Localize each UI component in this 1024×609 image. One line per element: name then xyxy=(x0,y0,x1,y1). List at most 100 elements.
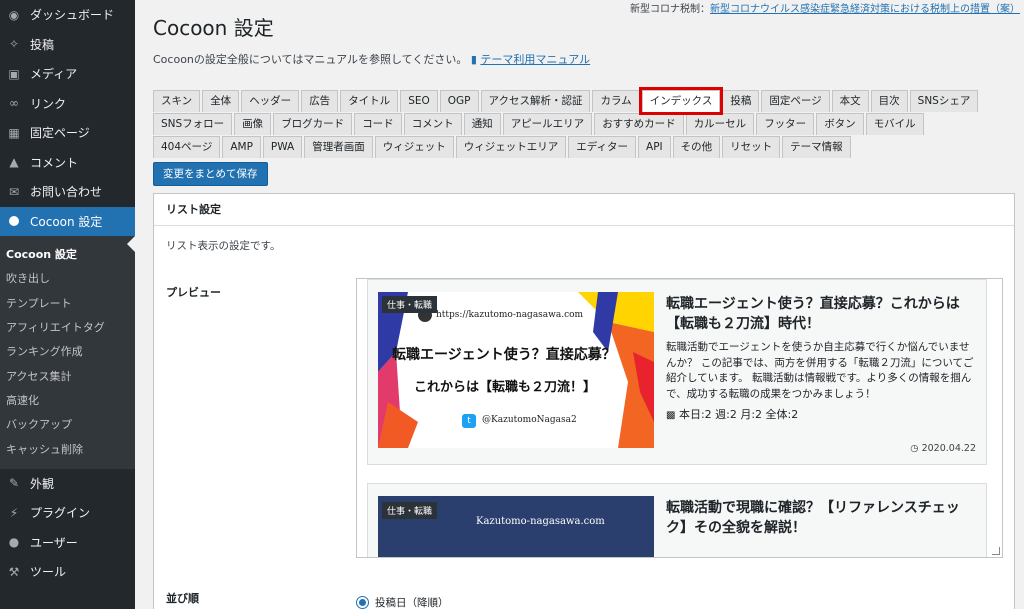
order-option[interactable]: 投稿日（降順） xyxy=(356,595,449,609)
settings-tab[interactable]: 全体 xyxy=(202,90,240,112)
thumb-headline-2: これからは【転職も２刀流！】 xyxy=(414,380,597,395)
card-date: ◷ 2020.04.22 xyxy=(910,443,976,454)
date-text: 2020.04.22 xyxy=(921,443,976,454)
submenu-item[interactable]: アクセス集計 xyxy=(0,363,135,387)
settings-tab[interactable]: アクセス解析・認証 xyxy=(480,90,591,112)
sidebar-item[interactable]: ▲ コメント xyxy=(0,148,135,178)
category-label: 仕事・転職 xyxy=(382,502,438,519)
submenu-item[interactable]: ランキング作成 xyxy=(0,339,135,363)
settings-tab[interactable]: フッター xyxy=(756,113,815,135)
appearance-icon: ✎ xyxy=(8,476,20,491)
settings-tab[interactable]: カルーセル xyxy=(685,113,755,135)
settings-tab[interactable]: 広告 xyxy=(301,90,339,112)
settings-tab[interactable]: 目次 xyxy=(870,90,908,112)
settings-tab[interactable]: ウィジェット xyxy=(374,136,454,158)
submenu-item[interactable]: キャッシュ削除 xyxy=(0,436,135,460)
card-title[interactable]: 転職活動で現職に確認？【リファレンスチェック】その全貌を解説！ xyxy=(666,498,978,538)
submenu-item[interactable]: 吹き出し xyxy=(0,266,135,290)
bar-chart-icon: ▩ xyxy=(666,410,676,421)
panel-description: リスト表示の設定です。 xyxy=(166,240,281,252)
submenu-item[interactable]: テンプレート xyxy=(0,291,135,315)
order-option-label: 投稿日（降順） xyxy=(375,597,449,609)
manual-link[interactable]: テーマ利用マニュアル xyxy=(480,53,590,66)
settings-tab[interactable]: 投稿 xyxy=(722,90,760,112)
settings-tab[interactable]: テーマ情報 xyxy=(782,136,851,158)
stats-text: 本日:2 週:2 月:2 全体:2 xyxy=(678,408,799,421)
panel-heading: リスト設定 xyxy=(154,194,1014,226)
settings-tab[interactable]: エディター xyxy=(568,136,637,158)
sidebar-item[interactable]: ✎ 外観 xyxy=(0,469,135,499)
settings-tab[interactable]: SNSフォロー xyxy=(153,113,233,135)
resize-grip[interactable] xyxy=(992,547,1000,555)
settings-tab[interactable]: コメント xyxy=(403,113,462,135)
sidebar-item[interactable]: ✧ 投稿 xyxy=(0,30,135,60)
card-title[interactable]: 転職エージェント使う？直接応募？これからは【転職も２刀流】時代！ xyxy=(666,294,978,334)
submenu-item[interactable]: 高速化 xyxy=(0,388,135,412)
settings-tab[interactable]: インデックス xyxy=(638,87,724,115)
thumb-headline-1: 転職エージェント使う？直接応募？ xyxy=(392,347,616,363)
category-label: 仕事・転職 xyxy=(382,296,438,313)
settings-tab[interactable]: API xyxy=(638,136,671,158)
sidebar-item[interactable]: ⚡ プラグイン xyxy=(0,498,135,528)
settings-tab[interactable]: AMP xyxy=(222,136,261,158)
sidebar-item[interactable]: ▦ 固定ページ xyxy=(0,118,135,148)
tab-row-1: スキン 全体 ヘッダー 広告 タイトル SEO OGP アクセス解析・認証 カラム インデックス投… xyxy=(153,87,1015,115)
settings-tab[interactable]: スキン xyxy=(153,90,201,112)
settings-tab[interactable]: SNSシェア xyxy=(909,90,979,112)
tab-row-2: SNSフォロー 画像 ブログカード コード コメント 通知 アピールエリア おすすめカード カル… xyxy=(153,112,1015,135)
media-icon: ▣ xyxy=(8,66,20,81)
sidebar-item[interactable]: ✉ お問い合わせ xyxy=(0,177,135,207)
settings-tab[interactable]: 404ページ xyxy=(153,136,221,158)
settings-tab[interactable]: 通知 xyxy=(463,113,501,135)
settings-tab[interactable]: OGP xyxy=(439,90,479,112)
settings-tab[interactable]: PWA xyxy=(262,136,303,158)
submenu-item[interactable]: バックアップ xyxy=(0,412,135,436)
settings-tab[interactable]: カラム xyxy=(592,90,640,112)
settings-tab[interactable]: ブログカード xyxy=(273,113,353,135)
sidebar-item[interactable]: ∞ リンク xyxy=(0,89,135,119)
page-title: Cocoon 設定 xyxy=(153,16,274,40)
settings-tab[interactable]: タイトル xyxy=(340,90,399,112)
settings-tab[interactable]: モバイル xyxy=(865,113,924,135)
active-menu-arrow xyxy=(127,236,135,252)
sidebar-item[interactable]: ◉ ダッシュボード xyxy=(0,0,135,30)
settings-tab[interactable]: SEO xyxy=(400,90,438,112)
thumb-handle: @KazutomoNagasa2 xyxy=(482,415,577,425)
sidebar-item[interactable]: ● ユーザー xyxy=(0,528,135,558)
settings-tab[interactable]: その他 xyxy=(672,136,721,158)
entry-card[interactable]: 仕事・転職 https://kazutomo-nagasawa.com 転職エー… xyxy=(367,279,987,465)
card-snippet: 転職活動でエージェントを使うか自主応募で行くか悩んでいませんか？ この記事では、… xyxy=(666,341,974,400)
settings-tab[interactable]: 固定ページ xyxy=(761,90,830,112)
clock-icon: ◷ xyxy=(910,443,919,454)
settings-tab[interactable]: アピールエリア xyxy=(502,113,593,135)
settings-tabs: スキン 全体 ヘッダー 広告 タイトル SEO OGP アクセス解析・認証 カラム インデックス投… xyxy=(153,87,1015,158)
intro-text: Cocoonの設定全般についてはマニュアルを参照してください。 ▮ テーマ利用マ… xyxy=(153,51,590,67)
sidebar-item[interactable]: ⚒ ツール xyxy=(0,557,135,587)
sidebar-item-label: ユーザー xyxy=(30,535,78,550)
radio-selected[interactable] xyxy=(356,596,369,609)
settings-tab[interactable]: ヘッダー xyxy=(241,90,300,112)
sidebar-item-cocoon[interactable]: Cocoon 設定 xyxy=(0,206,135,236)
save-all-button[interactable]: 変更をまとめて保存 xyxy=(153,162,268,186)
settings-tab[interactable]: 管理者画面 xyxy=(304,136,373,158)
preview-label: プレビュー xyxy=(166,286,221,299)
sidebar-item[interactable]: ▣ メディア xyxy=(0,59,135,89)
submenu-item[interactable]: アフィリエイトタグ xyxy=(0,315,135,339)
notice-link[interactable]: 新型コロナウイルス感染症緊急経済対策における税制上の措置（案） xyxy=(710,4,1020,15)
sidebar-item-label: お問い合わせ xyxy=(30,185,103,200)
thumb-url: https://kazutomo-nagasawa.com xyxy=(436,310,584,320)
settings-tab[interactable]: コード xyxy=(354,113,402,135)
entry-card[interactable]: 仕事・転職 Kazutomo-nagasawa.com 転職活動で現職に確認？【… xyxy=(367,483,987,557)
thumb-site: Kazutomo-nagasawa.com xyxy=(476,516,605,527)
preview-box[interactable]: 仕事・転職 https://kazutomo-nagasawa.com 転職エー… xyxy=(356,278,1003,558)
intro-description: Cocoonの設定全般についてはマニュアルを参照してください。 xyxy=(153,53,468,66)
settings-tab[interactable]: 画像 xyxy=(234,113,272,135)
settings-tab[interactable]: ウィジェットエリア xyxy=(455,136,567,158)
settings-tab[interactable]: おすすめカード xyxy=(594,113,684,135)
settings-tab[interactable]: リセット xyxy=(722,136,781,158)
settings-tab[interactable]: 本文 xyxy=(831,90,869,112)
tab-row-3: 404ページ AMP PWA 管理者画面 ウィジェット ウィジェットエリア エディター API… xyxy=(153,135,1015,158)
tool-icon: ⚒ xyxy=(8,564,20,579)
submenu-item[interactable]: Cocoon 設定 xyxy=(0,242,135,266)
settings-tab[interactable]: ボタン xyxy=(816,113,864,135)
